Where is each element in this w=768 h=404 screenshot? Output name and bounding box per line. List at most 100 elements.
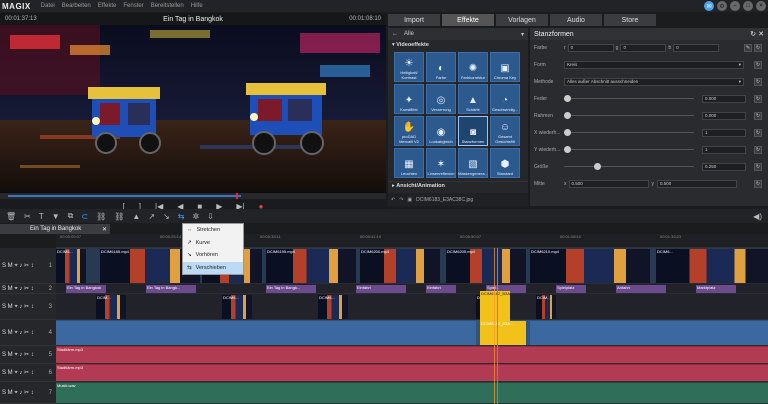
timeline-lanes[interactable]: DCIM6...DCIM6185.mp4DCIM6190.mp4DCIM6195… xyxy=(56,248,768,404)
y-repeat-slider[interactable] xyxy=(564,145,694,154)
close-icon[interactable]: ✕ xyxy=(758,31,764,38)
track-controls[interactable]: S M ⌖ ♪ ✂ ↕ xyxy=(2,285,34,293)
track-controls[interactable]: S M ⌖ ♪ ✂ ↕ xyxy=(2,389,34,397)
mitte-x-field[interactable]: 0.500 xyxy=(568,179,649,188)
timeline-clip[interactable]: Musik.wav xyxy=(56,383,768,403)
timeline-clip[interactable]: Anfahrt xyxy=(616,285,666,293)
close-tab-icon[interactable]: ✕ xyxy=(102,226,107,233)
effects-category[interactable]: ▾ Videoeffekte xyxy=(388,40,528,50)
settings-icon[interactable]: ⚙ xyxy=(717,1,727,11)
methode-select[interactable]: Alles außer Abschnitt ausschneiden ▾ xyxy=(564,77,744,86)
cut-icon[interactable]: ✂ xyxy=(24,212,31,221)
reset-icon[interactable]: ↻ xyxy=(754,43,762,52)
back-arrow-icon[interactable]: ← xyxy=(392,31,398,37)
timeline-clip[interactable]: DCIM... xyxy=(96,295,126,319)
effect-tile[interactable]: ⬢ Standard xyxy=(490,148,520,178)
effect-tile[interactable]: ▲ Schärfe xyxy=(458,84,488,114)
menu-fenster[interactable]: Fenster xyxy=(123,3,143,9)
track-header[interactable]: S M ⌖ ♪ ✂ ↕ 6 xyxy=(0,364,56,382)
reset-icon[interactable]: ↻ xyxy=(754,94,762,103)
tab-vorlagen[interactable]: Vorlagen xyxy=(496,14,548,26)
timeline-clip[interactable]: Einfahrt xyxy=(426,285,456,293)
track-header[interactable]: S M ⌖ ♪ ✂ ↕ 5 xyxy=(0,346,56,364)
timeline-ruler[interactable]: 00:00:09:07 00:00:25:14 00:00:33:11 00:00:4… xyxy=(56,234,768,248)
timeline-clip[interactable]: Stadtlärm.mp3 xyxy=(56,365,768,381)
effect-tile[interactable]: ☀ Helligkeit/ Kontrast xyxy=(394,52,424,82)
timeline-clip[interactable]: DCIM6... xyxy=(222,295,252,319)
timeline-clip[interactable]: DCIM6195.mp4 xyxy=(266,249,356,283)
menu-item-kurve[interactable]: ↗ Kurve xyxy=(183,237,243,250)
undo-icon[interactable]: ↶ xyxy=(391,197,395,203)
track-controls[interactable]: S M ⌖ ♪ ✂ ↕ xyxy=(2,369,34,377)
timeline-clip[interactable] xyxy=(530,321,768,345)
reset-icon[interactable]: ↻ xyxy=(754,179,762,188)
menu-bearbeiten[interactable]: Bearbeiten xyxy=(62,3,91,9)
effect-tile[interactable]: ▣ Chroma Key xyxy=(490,52,520,82)
text-icon[interactable]: T xyxy=(39,212,44,221)
effect-tile[interactable]: ▧ Maskengenera... xyxy=(458,148,488,178)
effect-tile[interactable]: ◐ Farbe xyxy=(426,52,456,82)
playhead-marker[interactable] xyxy=(494,248,495,404)
selected-clip[interactable]: DCIM6182_B3AC38C... xyxy=(480,291,510,321)
menu-item-vorhoeren[interactable]: ↘ Vorhören xyxy=(183,249,243,262)
mitte-y-field[interactable]: 0.500 xyxy=(657,179,737,188)
timeline-clip[interactable]: DCIM... xyxy=(536,295,556,319)
timeline-clip[interactable]: Stadtlärm.mp3 xyxy=(56,347,768,363)
groesse-slider[interactable] xyxy=(564,162,694,171)
reset-icon[interactable]: ↻ xyxy=(754,111,762,120)
slider-knob[interactable] xyxy=(594,163,601,170)
redo-icon[interactable]: ↷ xyxy=(399,197,403,203)
effect-tile[interactable]: ◎ Verzerrung xyxy=(426,84,456,114)
track-controls[interactable]: S M ⌖ ♪ ✂ ↕ xyxy=(2,351,34,359)
groesse-field[interactable]: 0.250 xyxy=(702,162,746,171)
menu-hilfe[interactable]: Hilfe xyxy=(191,3,203,9)
move-tool-icon[interactable]: ⇆ xyxy=(178,212,185,221)
effect-tile[interactable]: ✺ Farbkorrektur xyxy=(458,52,488,82)
timeline-clip[interactable]: Spielplatz xyxy=(556,285,586,293)
group-icon[interactable]: ⧉ xyxy=(68,211,74,221)
color-b-field[interactable]: 0 xyxy=(673,43,720,52)
tab-import[interactable]: Import xyxy=(388,14,440,26)
feder-field[interactable]: 0.000 xyxy=(702,94,746,103)
reset-icon[interactable]: ↻ xyxy=(754,145,762,154)
timeline-clip[interactable]: DCIM6... xyxy=(656,249,768,283)
effects-section-animation[interactable]: ▸ Ansicht/Animation xyxy=(388,181,528,190)
track-header[interactable]: S M ⌖ ♪ ✂ ↕ 4 xyxy=(0,320,56,346)
rahmen-field[interactable]: 0.000 xyxy=(702,111,746,120)
menu-item-verschieben[interactable]: ⇆ Verschieben xyxy=(183,261,243,274)
eyedropper-icon[interactable]: ✎ xyxy=(744,43,752,52)
timeline-clip[interactable]: Ein Tag in Bangk... xyxy=(146,285,196,293)
notification-icon[interactable]: ✉ xyxy=(704,1,714,11)
project-tab[interactable]: Ein Tag in Bangkok ✕ xyxy=(0,224,110,234)
menu-item-stretchen[interactable]: ⇔ Stretchen xyxy=(183,224,243,237)
timeline-clip[interactable] xyxy=(56,321,476,345)
reset-icon[interactable]: ↻ xyxy=(754,77,762,86)
close-button[interactable]: × xyxy=(756,1,766,11)
effect-tile[interactable]: ✶ Linsenreflexion xyxy=(426,148,456,178)
slider-knob[interactable] xyxy=(564,146,571,153)
effect-tile[interactable]: ◔ Geschwindig... xyxy=(490,84,520,114)
timeline-clip[interactable]: Marktplatz xyxy=(696,285,736,293)
pointer-icon[interactable]: ▲ xyxy=(132,212,140,221)
tab-effekte[interactable]: Effekte xyxy=(442,14,494,26)
timeline-clip[interactable]: DCIM6182_B3A... xyxy=(480,321,526,345)
timeline-clip[interactable]: DCIM6200.mp4 xyxy=(360,249,440,283)
effect-tile[interactable]: ✋ proDAD Mercalli V2 xyxy=(394,116,424,146)
reset-all-icon[interactable]: ↻ xyxy=(750,31,756,38)
track-controls[interactable]: S M ⌖ ♪ ✂ ↕ xyxy=(2,303,34,311)
timeline-clip[interactable]: Ein Tag in Bangk... xyxy=(266,285,316,293)
link-icon[interactable]: ⛓ xyxy=(96,212,106,221)
timeline-clip[interactable]: DCIM6... xyxy=(318,295,348,319)
timeline-clip[interactable]: DCIM6210.mp4 xyxy=(530,249,650,283)
menu-datei[interactable]: Datei xyxy=(41,3,55,9)
reset-icon[interactable]: ↻ xyxy=(754,162,762,171)
effect-tile[interactable]: ◙ Stanzformen xyxy=(458,116,488,146)
reset-icon[interactable]: ↻ xyxy=(754,60,762,69)
feder-slider[interactable] xyxy=(564,94,694,103)
effect-tile[interactable]: ☺ Gesamt Gesichtsfilt xyxy=(490,116,520,146)
color-r-field[interactable]: 0 xyxy=(567,43,614,52)
rahmen-slider[interactable] xyxy=(564,111,694,120)
form-select[interactable]: Kreis ▾ xyxy=(564,60,744,69)
timeline-clip[interactable]: Einfahrt xyxy=(356,285,406,293)
export-icon[interactable]: ⇩ xyxy=(207,212,214,221)
